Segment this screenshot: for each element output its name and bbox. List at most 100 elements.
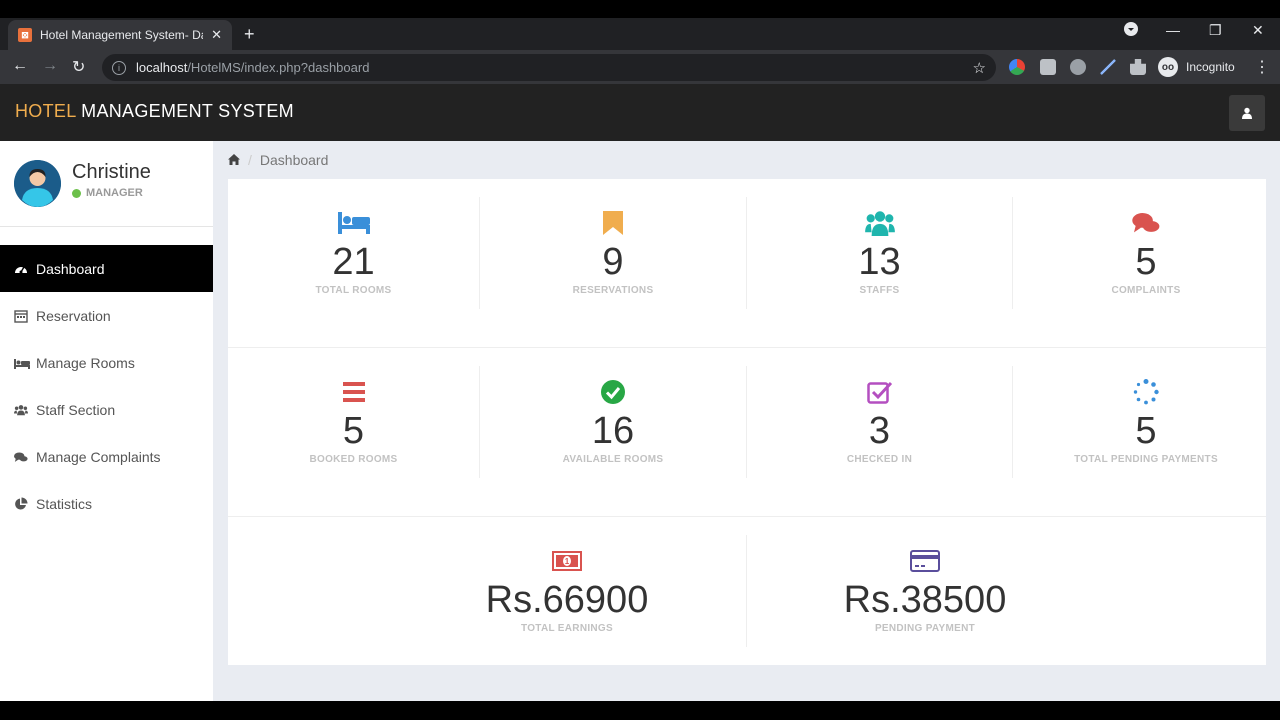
extension-color-icon[interactable] [1009,59,1025,75]
reload-icon[interactable]: ↻ [72,57,85,77]
tab-search-icon[interactable] [1124,22,1138,39]
address-bar[interactable]: i localhost /HotelMS/index.php?dashboard… [102,54,996,81]
user-icon [1242,107,1252,119]
svg-text:1: 1 [565,557,570,566]
stat-checked-in[interactable]: 3 CHECKED IN [747,366,1013,478]
comments-icon [14,450,30,464]
browser-menu-icon[interactable]: ⋮ [1254,57,1270,77]
sidebar-item-manage-rooms[interactable]: Manage Rooms [0,339,213,386]
stat-label: RESERVATIONS [572,285,654,296]
browser-toolbar: ← → ↻ i localhost /HotelMS/index.php?das… [0,50,1280,84]
sidebar-item-label: Staff Section [36,401,116,418]
stat-value: 21 [332,241,375,283]
stat-label: COMPLAINTS [1111,285,1181,296]
sidebar: Christine MANAGER Dashboard Reservation … [0,141,213,701]
bars-icon [228,378,479,406]
check-circle-icon [480,378,746,406]
money-icon: 1 [228,547,746,575]
minimize-icon[interactable]: — [1166,22,1180,38]
stat-value: Rs.38500 [843,579,1007,621]
user-role-label: MANAGER [86,187,143,199]
sidebar-item-reservation[interactable]: Reservation [0,292,213,339]
breadcrumb-separator: / [248,151,252,168]
browser-tab-bar: ⊠ Hotel Management System- Dash ✕ + — ❐ … [0,18,1280,50]
incognito-icon: oo [1158,57,1178,77]
bed-icon [14,356,30,370]
sidebar-item-statistics[interactable]: Statistics [0,480,213,527]
stat-reservations[interactable]: 9 RESERVATIONS [480,197,747,309]
users-icon [14,403,30,417]
close-tab-icon[interactable]: ✕ [211,27,222,43]
stat-label: TOTAL PENDING PAYMENTS [1074,454,1218,465]
stat-value: 5 [1135,241,1157,283]
stat-pending-payment[interactable]: Rs.38500 PENDING PAYMENT [747,535,1103,647]
avatar-person-icon [14,160,61,207]
extension-icon[interactable] [1070,59,1086,75]
calendar-icon [14,309,30,323]
url-host: localhost [136,60,188,75]
sidebar-item-label: Manage Complaints [36,448,161,465]
dashboard-icon [14,262,30,276]
stat-value: 5 [342,410,365,452]
credit-card-icon [747,547,1103,575]
stat-total-earnings[interactable]: 1 Rs.66900 TOTAL EARNINGS [228,535,747,647]
stats-row: 5 BOOKED ROOMS 16 AVAILABLE ROOMS 3 CHEC… [228,348,1266,517]
stats-row: 21 TOTAL ROOMS 9 RESERVATIONS 13 STAFFS [228,179,1266,348]
online-status-icon [72,188,81,198]
home-icon[interactable] [228,152,240,168]
stat-label: PENDING PAYMENT [874,623,976,634]
url-path: /HotelMS/index.php?dashboard [187,60,370,75]
app-header: HOTEL MANAGEMENT SYSTEM [0,84,1280,141]
stat-label: AVAILABLE ROOMS [562,454,664,465]
user-name: Christine [72,161,151,183]
camera-extension-icon[interactable] [1040,59,1056,75]
stat-label: TOTAL ROOMS [315,285,392,296]
user-role: MANAGER [72,187,143,199]
sidebar-item-dashboard[interactable]: Dashboard [0,245,213,292]
browser-tab[interactable]: ⊠ Hotel Management System- Dash ✕ [8,20,232,50]
spinner-icon [1013,378,1279,406]
sidebar-item-manage-complaints[interactable]: Manage Complaints [0,433,213,480]
breadcrumb-current: Dashboard [259,151,329,168]
user-profile: Christine MANAGER [0,141,213,227]
stat-value: Rs.66900 [485,579,649,621]
sidebar-item-label: Manage Rooms [36,354,135,371]
stat-available-rooms[interactable]: 16 AVAILABLE ROOMS [480,366,747,478]
sidebar-item-staff-section[interactable]: Staff Section [0,386,213,433]
pen-extension-icon[interactable] [1100,59,1116,75]
stat-label: STAFFS [859,285,900,296]
tab-title: Hotel Management System- Dash [40,28,204,42]
stat-value: 13 [858,241,901,283]
bookmark-star-icon[interactable]: ☆ [973,59,986,77]
check-square-icon [747,378,1012,406]
new-tab-icon[interactable]: + [244,24,255,45]
user-menu-button[interactable] [1229,95,1265,131]
stat-total-pending-payments[interactable]: 5 TOTAL PENDING PAYMENTS [1013,366,1279,478]
stat-value: 5 [1135,410,1157,452]
close-window-icon[interactable]: ✕ [1252,22,1264,39]
stat-label: TOTAL EARNINGS [521,623,613,634]
sidebar-menu: Dashboard Reservation Manage Rooms Staff… [0,245,213,527]
stat-complaints[interactable]: 5 COMPLAINTS [1013,197,1279,309]
site-info-icon[interactable]: i [112,60,126,75]
restore-icon[interactable]: ❐ [1209,22,1222,39]
bed-icon [228,209,479,237]
forward-icon[interactable]: → [42,57,58,75]
brand-logo[interactable]: HOTEL MANAGEMENT SYSTEM [15,101,294,122]
stat-label: CHECKED IN [846,454,913,465]
stats-row: 1 Rs.66900 TOTAL EARNINGS Rs.38500 PENDI… [228,517,1266,686]
bookmark-icon [480,209,746,237]
users-icon [747,209,1012,237]
sidebar-item-label: Statistics [36,495,93,512]
back-icon[interactable]: ← [12,57,28,75]
stat-booked-rooms[interactable]: 5 BOOKED ROOMS [228,366,480,478]
stat-value: 9 [602,241,624,283]
incognito-indicator[interactable]: oo Incognito [1156,54,1243,80]
dashboard-panel: 21 TOTAL ROOMS 9 RESERVATIONS 13 STAFFS [228,179,1266,665]
extensions-puzzle-icon[interactable] [1130,59,1146,75]
stat-total-rooms[interactable]: 21 TOTAL ROOMS [228,197,480,309]
xampp-favicon-icon: ⊠ [18,28,32,42]
app-root: HOTEL MANAGEMENT SYSTEM Christine MANAGE… [0,84,1280,701]
comments-icon [1013,209,1279,237]
stat-staffs[interactable]: 13 STAFFS [747,197,1013,309]
